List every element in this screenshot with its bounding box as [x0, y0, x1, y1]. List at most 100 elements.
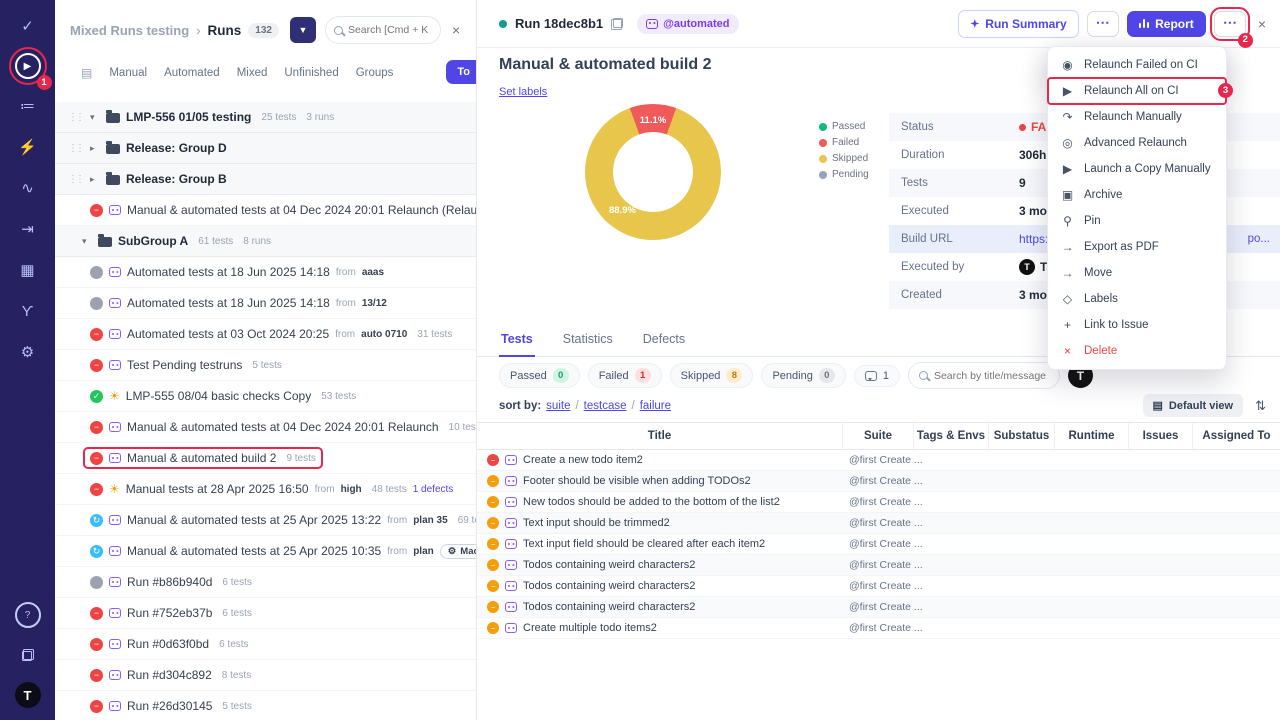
run-list-item[interactable]: Run #b86b940d 6 tests: [55, 567, 476, 598]
panel-close-button[interactable]: ×: [452, 22, 460, 38]
filter-chip-pending[interactable]: Pending 0: [761, 363, 846, 388]
runs-tab-manual[interactable]: Manual: [109, 67, 147, 79]
detail-value-link[interactable]: po...: [1248, 233, 1270, 245]
filter-chip-failed[interactable]: Failed 1: [587, 363, 662, 388]
automated-tag-chip[interactable]: @automated: [637, 13, 739, 34]
projects-icon[interactable]: [14, 641, 42, 669]
run-list-item[interactable]: − Run #0d63f0bd 6 tests: [55, 629, 476, 660]
tab-tests[interactable]: Tests: [499, 328, 535, 357]
tab-defects[interactable]: Defects: [641, 328, 687, 356]
run-list-item[interactable]: − Manual & automated tests at 04 Dec 2024…: [55, 195, 476, 226]
run-list-item[interactable]: ↻ Manual & automated tests at 25 Apr 2025…: [55, 505, 476, 536]
run-list-item[interactable]: − Run #26d30145 5 tests: [55, 691, 476, 720]
runs-tab-groups[interactable]: Groups: [356, 67, 394, 79]
chevron-down-icon[interactable]: ▾: [90, 112, 100, 123]
filter-chip-skipped[interactable]: Skipped 8: [669, 363, 754, 388]
tab-statistics[interactable]: Statistics: [561, 328, 615, 356]
drag-handle-icon[interactable]: ⋮⋮: [68, 112, 85, 123]
more-menu-button[interactable]: ⋯ 2: [1209, 6, 1253, 48]
pulse-icon[interactable]: ∿: [14, 174, 42, 202]
user-avatar[interactable]: T: [14, 682, 41, 708]
run-summary-button[interactable]: Run Summary: [958, 9, 1079, 38]
column-header-assigned-to[interactable]: Assigned To: [1193, 423, 1280, 449]
comments-filter-chip[interactable]: 1: [853, 364, 900, 387]
adjust-columns-icon[interactable]: ⇅: [1255, 398, 1266, 414]
chevron-right-icon[interactable]: ▸: [90, 174, 100, 185]
run-list-item[interactable]: Automated tests at 18 Jun 2025 14:18 from…: [55, 288, 476, 319]
defects-count[interactable]: 1 defects: [413, 484, 454, 495]
report-button[interactable]: Report: [1126, 10, 1206, 37]
run-list-item[interactable]: − Test Pending testruns 5 tests: [55, 350, 476, 381]
column-header-title[interactable]: Title: [477, 423, 843, 449]
run-list-item[interactable]: ↻ Manual & automated tests at 25 Apr 2025…: [55, 536, 476, 567]
test-row[interactable]: − Footer should be visible when adding TO…: [477, 471, 1280, 492]
test-row[interactable]: − Text input field should be cleared afte…: [477, 534, 1280, 555]
run-list-item[interactable]: − Run #d304c892 8 tests: [55, 660, 476, 691]
analytics-icon[interactable]: ▦: [14, 256, 42, 284]
drag-handle-icon[interactable]: ⋮⋮: [68, 143, 85, 154]
column-header-tags-envs[interactable]: Tags & Envs: [914, 423, 989, 449]
tests-search-input[interactable]: [933, 369, 1046, 382]
group-row[interactable]: ⋮⋮ ▸ Release: Group D: [55, 133, 476, 164]
column-header-substatus[interactable]: Substatus: [989, 423, 1055, 449]
chevron-right-icon[interactable]: ▸: [90, 143, 100, 154]
runs-play-icon[interactable]: ▶ 1: [8, 47, 52, 90]
run-list-item[interactable]: − Automated tests at 03 Oct 2024 20:25 fro…: [55, 319, 476, 350]
column-header-runtime[interactable]: Runtime: [1055, 423, 1129, 449]
test-row[interactable]: − Create multiple todo items2 @first Creat…: [477, 618, 1280, 639]
menu-item-archive[interactable]: ▣ Archive: [1048, 182, 1226, 208]
runs-tab-mixed[interactable]: Mixed: [237, 67, 268, 79]
menu-item-launch-copy-manually[interactable]: ▶ Launch a Copy Manually: [1048, 156, 1226, 182]
run-list-item[interactable]: − Manual & automated build 2 9 tests: [55, 443, 476, 474]
default-view-button[interactable]: ▤ Default view: [1142, 394, 1244, 417]
run-list-item[interactable]: − ☀ Manual tests at 28 Apr 2025 16:50 from h…: [55, 474, 476, 505]
test-row[interactable]: − Text input should be trimmed2 @first Cre…: [477, 513, 1280, 534]
run-list-item[interactable]: − Run #752eb37b 6 tests: [55, 598, 476, 629]
menu-item-labels[interactable]: ◇ Labels: [1048, 286, 1226, 312]
set-labels-link[interactable]: Set labels: [499, 86, 547, 98]
runs-tab-automated[interactable]: Automated: [164, 67, 220, 79]
menu-item-pin[interactable]: ⚲ Pin: [1048, 208, 1226, 234]
settings-icon[interactable]: ⚙: [14, 338, 42, 366]
breadcrumb-project[interactable]: Mixed Runs testing: [70, 23, 189, 38]
group-row[interactable]: ▾ SubGroup A 61 tests 8 runs: [55, 226, 476, 257]
run-list-item[interactable]: − Manual & automated tests at 04 Dec 2024…: [55, 412, 476, 443]
sort-by-testcase[interactable]: testcase: [584, 400, 627, 412]
menu-item-relaunch-failed-ci[interactable]: ◉ Relaunch Failed on CI: [1048, 52, 1226, 78]
check-icon[interactable]: ✓: [14, 12, 42, 40]
filter-chip-passed[interactable]: Passed 0: [499, 363, 580, 388]
run-list-item[interactable]: Automated tests at 18 Jun 2025 14:18 from…: [55, 257, 476, 288]
menu-item-advanced-relaunch[interactable]: ◎ Advanced Relaunch: [1048, 130, 1226, 156]
test-row[interactable]: − Todos containing weird characters2 @firs…: [477, 576, 1280, 597]
more-actions-button[interactable]: ⋯: [1086, 10, 1119, 37]
column-header-suite[interactable]: Suite: [843, 423, 914, 449]
bolt-icon[interactable]: ⚡: [14, 133, 42, 161]
chevron-down-icon[interactable]: ▾: [82, 236, 92, 247]
menu-item-relaunch-all-ci[interactable]: ▶ Relaunch All on CI 3: [1047, 77, 1233, 105]
test-row[interactable]: − Create a new todo item2 @first Create ..…: [477, 450, 1280, 471]
sort-by-failure[interactable]: failure: [640, 400, 671, 412]
drag-handle-icon[interactable]: ⋮⋮: [68, 174, 85, 185]
column-header-issues[interactable]: Issues: [1129, 423, 1193, 449]
runs-tab-unfinished[interactable]: Unfinished: [284, 67, 338, 79]
sort-by-suite[interactable]: suite: [546, 400, 570, 412]
import-icon[interactable]: ⇥: [14, 215, 42, 243]
close-run-button[interactable]: ×: [1258, 16, 1266, 32]
checklist-icon[interactable]: ≔: [14, 92, 42, 120]
tab-cut[interactable]: To: [446, 60, 476, 84]
test-row[interactable]: − Todos containing weird characters2 @firs…: [477, 597, 1280, 618]
run-list-item[interactable]: ✓ ☀ LMP-555 08/04 basic checks Copy 53 test…: [55, 381, 476, 412]
menu-item-move[interactable]: → Move: [1048, 260, 1226, 286]
menu-item-link-to-issue[interactable]: + Link to Issue: [1048, 312, 1226, 338]
group-row[interactable]: ⋮⋮ ▾ LMP-556 01/05 testing 25 tests 3 runs: [55, 102, 476, 133]
menu-item-export-pdf[interactable]: → Export as PDF: [1048, 234, 1226, 260]
copy-run-id-button[interactable]: [611, 17, 624, 30]
menu-item-delete[interactable]: × Delete: [1048, 338, 1226, 364]
test-row[interactable]: − Todos containing weird characters2 @firs…: [477, 555, 1280, 576]
group-row[interactable]: ⋮⋮ ▸ Release: Group B: [55, 164, 476, 195]
help-icon[interactable]: ?: [14, 602, 41, 628]
runs-search-input[interactable]: [347, 24, 432, 36]
branch-icon[interactable]: Ƴ: [14, 297, 42, 325]
test-row[interactable]: − New todos should be added to the bottom…: [477, 492, 1280, 513]
filter-button[interactable]: ▼: [289, 17, 316, 43]
